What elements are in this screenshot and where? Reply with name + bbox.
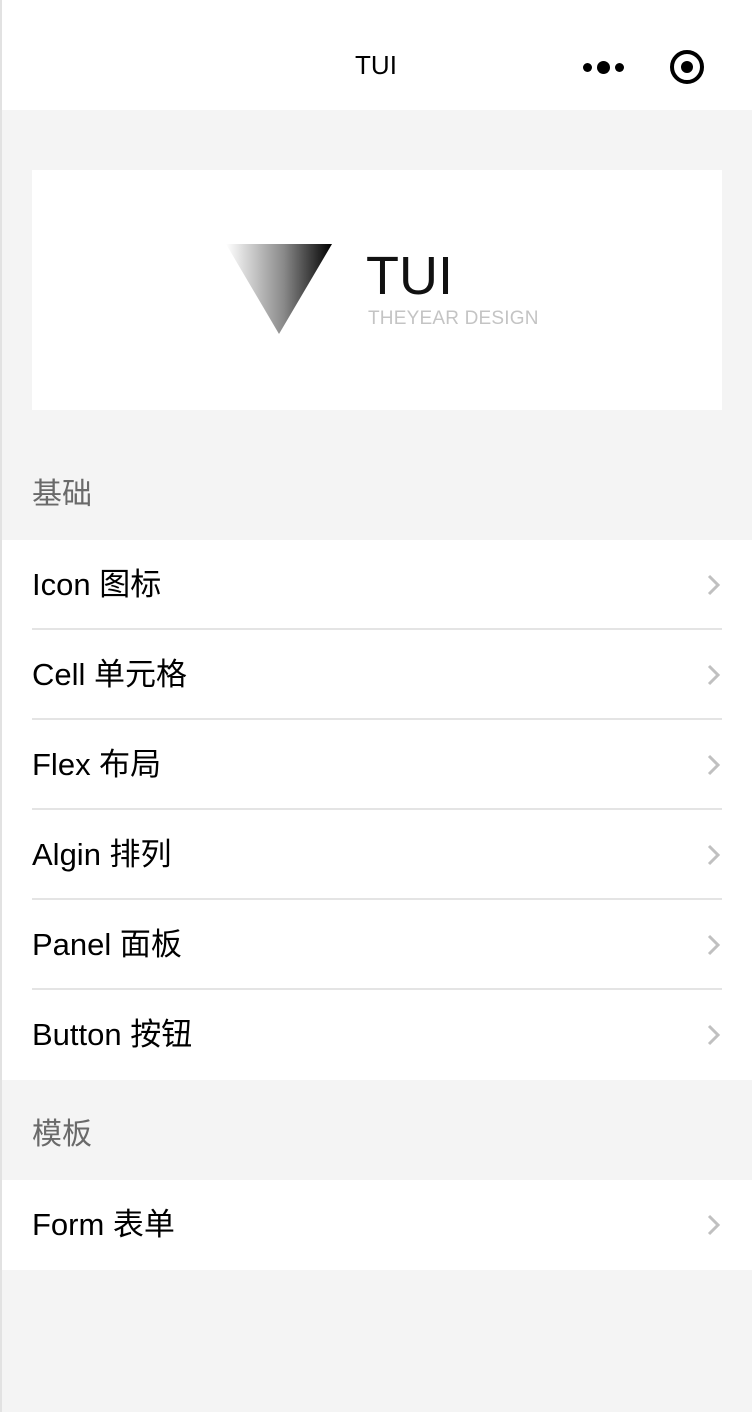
list-item-cell[interactable]: Cell 单元格	[0, 630, 752, 720]
list-item-form[interactable]: Form 表单	[0, 1180, 752, 1270]
list-item-label: Flex 布局	[32, 747, 162, 782]
templates-list: Form 表单	[0, 1180, 752, 1270]
navigation-bar: TUI	[0, 0, 752, 110]
section-title-basic: 基础	[32, 478, 92, 511]
triangle-logo-icon	[226, 244, 332, 334]
more-dots-icon[interactable]	[576, 50, 630, 84]
list-item-icon[interactable]: Icon 图标	[0, 540, 752, 630]
list-item-label: Cell 单元格	[32, 657, 188, 692]
basic-list: Icon 图标 Cell 单元格 Flex 布局 Algin 排列 Panel …	[0, 540, 752, 1080]
list-item-flex[interactable]: Flex 布局	[0, 720, 752, 810]
window-edge	[0, 0, 2, 1412]
page-title: TUI	[355, 50, 397, 80]
dot	[582, 62, 592, 72]
chevron-right-icon	[707, 1024, 721, 1046]
chevron-right-icon	[707, 844, 721, 866]
logo-name: TUI	[366, 246, 453, 306]
target-icon[interactable]	[668, 48, 706, 86]
list-item-algin[interactable]: Algin 排列	[0, 810, 752, 900]
list-item-label: Icon 图标	[32, 567, 162, 602]
dot	[614, 62, 624, 72]
section-title-templates: 模板	[32, 1118, 92, 1151]
chevron-right-icon	[707, 664, 721, 686]
list-item-label: Form 表单	[32, 1207, 175, 1242]
logo-banner: TUI THEYEAR DESIGN	[32, 170, 722, 410]
chevron-right-icon	[707, 574, 721, 596]
logo-subtitle: THEYEAR DESIGN	[368, 308, 539, 329]
chevron-right-icon	[707, 1214, 721, 1236]
list-item-label: Button 按钮	[32, 1017, 193, 1052]
chevron-right-icon	[707, 754, 721, 776]
dot	[596, 60, 610, 74]
list-item-label: Algin 排列	[32, 837, 172, 872]
list-item-label: Panel 面板	[32, 927, 182, 962]
chevron-right-icon	[707, 934, 721, 956]
list-item-panel[interactable]: Panel 面板	[0, 900, 752, 990]
list-item-button[interactable]: Button 按钮	[0, 990, 752, 1080]
